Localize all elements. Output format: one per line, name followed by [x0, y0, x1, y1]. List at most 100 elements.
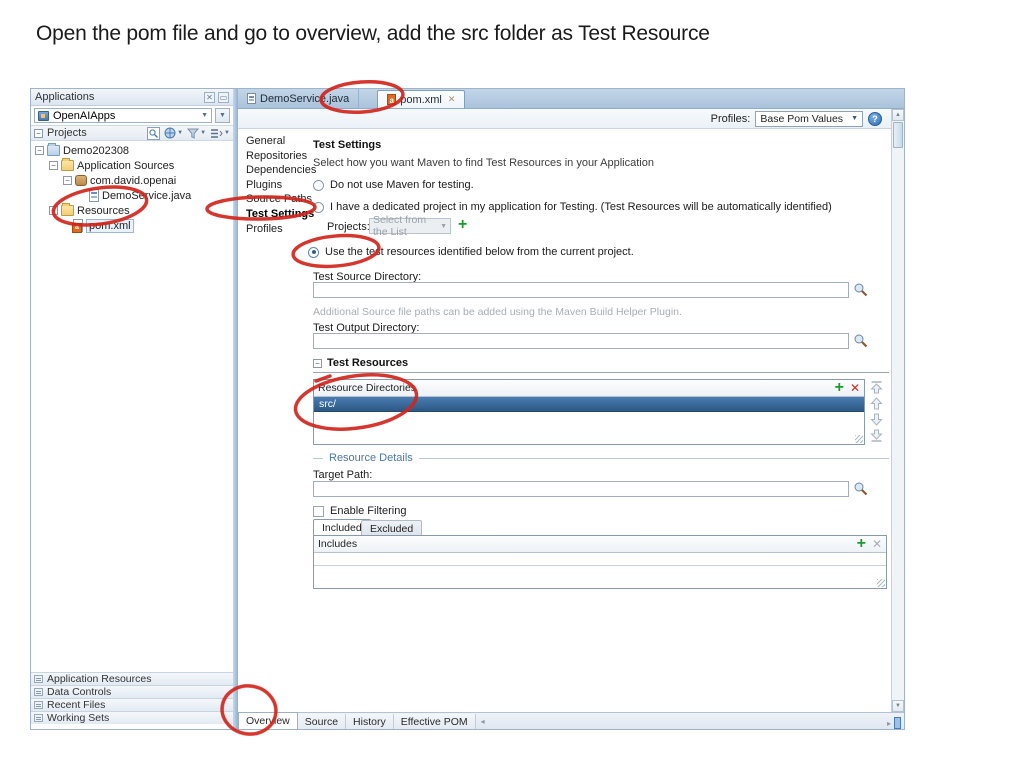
test-output-directory-input[interactable]	[313, 333, 849, 349]
test-source-directory-input[interactable]	[313, 282, 849, 298]
expand-collapse-icon[interactable]: −	[49, 161, 58, 170]
move-top-icon[interactable]	[870, 381, 883, 394]
folder-icon	[61, 160, 74, 171]
tab-scroll-thumb[interactable]	[894, 717, 901, 729]
accordion-label: Data Controls	[47, 686, 111, 698]
radio-no-maven[interactable]: Do not use Maven for testing.	[313, 179, 474, 191]
resource-directories-header: Resource Directories + ✕	[314, 380, 864, 397]
view-tab-source[interactable]: Source	[298, 714, 346, 729]
close-icon[interactable]: ✕	[448, 94, 456, 105]
tab-label: History	[353, 716, 386, 728]
tab-label: pom.xml	[400, 94, 442, 106]
panel-minimize-icon[interactable]: ▭	[218, 92, 229, 103]
enable-filtering-checkbox[interactable]: Enable Filtering	[313, 505, 406, 517]
radio-icon	[313, 202, 324, 213]
resize-grip[interactable]	[855, 435, 863, 443]
resource-row-selected[interactable]: src/	[314, 397, 864, 412]
radio-dedicated-project[interactable]: I have a dedicated project in my applica…	[313, 201, 832, 213]
nav-item-repositories[interactable]: Repositories	[246, 149, 312, 164]
includes-header: Includes + ✕	[314, 536, 886, 553]
tab-label: Source	[305, 716, 338, 728]
move-down-icon[interactable]	[870, 413, 883, 426]
move-bottom-icon[interactable]	[870, 429, 883, 442]
profiles-selector-value: Base Pom Values	[760, 113, 843, 125]
accordion-label: Recent Files	[47, 699, 105, 711]
browse-search-icon[interactable]	[853, 481, 868, 496]
tree-item-pom[interactable]: pom.xml	[73, 218, 134, 233]
panel-close-icon[interactable]: ✕	[204, 92, 215, 103]
nav-item-profiles[interactable]: Profiles	[246, 222, 312, 237]
accordion-recent-files[interactable]: Recent Files	[31, 698, 233, 711]
move-up-icon[interactable]	[870, 397, 883, 410]
resize-grip[interactable]	[877, 579, 885, 587]
tab-label: Effective POM	[401, 716, 468, 728]
tree-item-application-sources[interactable]: − Application Sources	[49, 158, 174, 173]
accordion-icon	[34, 688, 43, 696]
scroll-down-icon[interactable]: ▼	[892, 700, 904, 712]
sort-options-icon[interactable]: ▼	[210, 128, 230, 139]
projects-header-label: Projects	[47, 127, 87, 139]
browse-search-icon[interactable]	[853, 282, 868, 297]
remove-resource-icon[interactable]: ✕	[850, 381, 860, 395]
checkbox-icon	[313, 506, 324, 517]
nav-item-source-paths[interactable]: Source Paths	[246, 192, 312, 207]
projects-selector-disabled: Select from the List ▼	[369, 218, 451, 234]
scroll-up-icon[interactable]: ▲	[892, 109, 904, 121]
includes-empty-row[interactable]	[314, 553, 886, 566]
accordion-icon	[34, 701, 43, 709]
search-icon[interactable]	[147, 127, 160, 140]
expand-collapse-icon[interactable]: −	[49, 206, 58, 215]
tree-item-java-file[interactable]: DemoService.java	[89, 188, 191, 203]
tab-demoservice[interactable]: DemoService.java	[238, 89, 359, 108]
help-icon[interactable]: ?	[868, 112, 882, 126]
tab-excluded[interactable]: Excluded	[361, 520, 422, 536]
accordion-application-resources[interactable]: Application Resources	[31, 672, 233, 685]
tree-item-resources[interactable]: − Resources	[49, 203, 130, 218]
view-tab-effective-pom[interactable]: Effective POM	[394, 714, 476, 729]
tab-pom[interactable]: pom.xml ✕	[377, 90, 465, 108]
application-menu-button[interactable]: ▼	[215, 108, 230, 123]
includes-table[interactable]: Includes + ✕	[313, 535, 887, 589]
expand-collapse-icon[interactable]: −	[63, 176, 72, 185]
nav-item-test-settings[interactable]: Test Settings	[246, 207, 312, 222]
resource-directories-table[interactable]: Resource Directories + ✕ src/	[313, 379, 865, 445]
projects-header-bar: − Projects ▼ ▼ ▼	[31, 125, 233, 141]
accordion-data-controls[interactable]: Data Controls	[31, 685, 233, 698]
target-path-input[interactable]	[313, 481, 849, 497]
tree-item-project[interactable]: − Demo202308	[35, 143, 129, 158]
target-path-label: Target Path:	[313, 469, 372, 481]
nav-item-plugins[interactable]: Plugins	[246, 178, 312, 193]
add-project-icon[interactable]: +	[458, 218, 467, 232]
editor-vertical-scrollbar[interactable]: ▲ ▼	[891, 109, 904, 712]
tab-scroll-right-icon[interactable]: ▸	[887, 719, 891, 728]
test-resources-section-header[interactable]: − Test Resources	[313, 357, 889, 373]
tree-item-label: Demo202308	[63, 145, 129, 157]
collapse-icon[interactable]: −	[313, 359, 322, 368]
nav-item-general[interactable]: General	[246, 134, 312, 149]
view-tab-history[interactable]: History	[346, 714, 394, 729]
browse-search-icon[interactable]	[853, 333, 868, 348]
add-resource-icon[interactable]: +	[835, 381, 844, 395]
projects-collapse-icon[interactable]: −	[34, 129, 43, 138]
tree-item-package[interactable]: − com.david.openai	[63, 173, 176, 188]
radio-icon	[313, 180, 324, 191]
chevron-down-icon: ▼	[851, 115, 858, 122]
view-tab-overview[interactable]: Overview	[238, 712, 298, 729]
editor-toolbar: Profiles: Base Pom Values ▼ ?	[238, 109, 904, 129]
expand-collapse-icon[interactable]: −	[35, 146, 44, 155]
column-header: Includes	[318, 538, 357, 550]
tab-scroll-left-icon[interactable]: ◂	[481, 717, 485, 726]
nav-item-dependencies[interactable]: Dependencies	[246, 163, 312, 178]
scrollbar-thumb[interactable]	[893, 122, 903, 148]
add-include-icon[interactable]: +	[857, 537, 866, 551]
projects-selector-value: Select from the List	[373, 214, 434, 238]
radio-use-current-project[interactable]: Use the test resources identified below …	[308, 246, 634, 258]
pom-file-icon	[387, 94, 396, 105]
navigator-display-options-icon[interactable]: ▼	[164, 127, 183, 139]
profiles-selector[interactable]: Base Pom Values ▼	[755, 111, 863, 127]
application-selector[interactable]: OpenAIApps ▼	[34, 108, 212, 123]
accordion-working-sets[interactable]: Working Sets	[31, 711, 233, 724]
tree-item-label: DemoService.java	[102, 190, 191, 202]
form-description: Select how you want Maven to find Test R…	[313, 157, 654, 169]
filter-icon[interactable]: ▼	[187, 128, 206, 139]
